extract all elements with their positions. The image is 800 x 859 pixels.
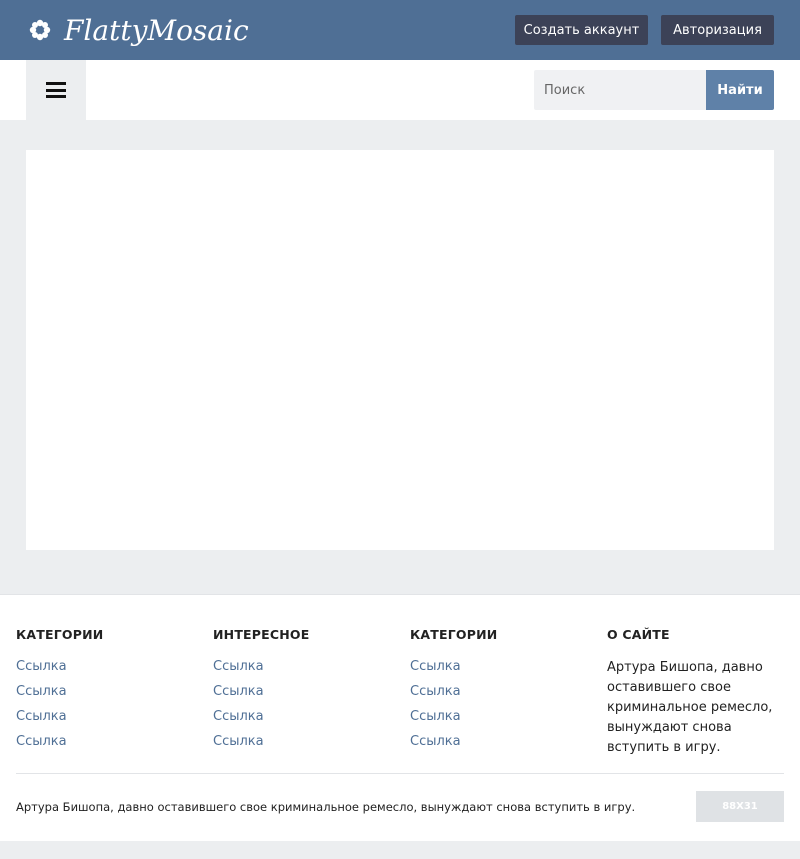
about-text: Артура Бишопа, давно оставившего свое кр… xyxy=(607,660,773,755)
footer-link[interactable]: Ссылка xyxy=(16,709,67,724)
flower-icon xyxy=(29,19,51,41)
footer-link[interactable]: Ссылка xyxy=(410,659,461,674)
footer-column-title: ИНТЕРЕСНОЕ xyxy=(213,627,310,642)
footer-link[interactable]: Ссылка xyxy=(16,659,67,674)
footer-link[interactable]: Ссылка xyxy=(410,734,461,749)
footer-link[interactable]: Ссылка xyxy=(213,709,264,724)
nav-bar: Найти xyxy=(0,60,800,120)
footer-column-categories: КАТЕГОРИИ Ссылка Ссылка Ссылка Ссылка xyxy=(16,627,103,759)
main-content-area xyxy=(26,150,774,550)
site-logo[interactable]: FlattyMosaic xyxy=(28,11,249,49)
search-button[interactable]: Найти xyxy=(706,70,774,110)
logo-text: FlattyMosaic xyxy=(64,13,249,47)
bottom-strip xyxy=(0,841,800,859)
footer-column-interesting: ИНТЕРЕСНОЕ Ссылка Ссылка Ссылка Ссылка xyxy=(213,627,310,759)
footer-column-about: О САЙТЕ Артура Бишопа, давно оставившего… xyxy=(607,627,787,758)
footer-link[interactable]: Ссылка xyxy=(16,684,67,699)
footer-link[interactable]: Ссылка xyxy=(410,684,461,699)
footer-link[interactable]: Ссылка xyxy=(213,734,264,749)
create-account-button[interactable]: Создать аккаунт xyxy=(515,15,648,45)
footer-column-title: КАТЕГОРИИ xyxy=(16,627,104,642)
footer-divider xyxy=(16,773,784,774)
footer-column-title: КАТЕГОРИИ xyxy=(410,627,498,642)
top-header: FlattyMosaic Создать аккаунт Авторизация xyxy=(0,0,800,60)
hamburger-icon xyxy=(46,82,66,98)
footer: КАТЕГОРИИ Ссылка Ссылка Ссылка Ссылка ИН… xyxy=(0,594,800,841)
footer-column-title: О САЙТЕ xyxy=(607,627,670,642)
footer-link[interactable]: Ссылка xyxy=(213,659,264,674)
search-input[interactable] xyxy=(534,70,706,110)
footer-column-categories-2: КАТЕГОРИИ Ссылка Ссылка Ссылка Ссылка xyxy=(410,627,497,759)
login-button[interactable]: Авторизация xyxy=(661,15,774,45)
footer-link[interactable]: Ссылка xyxy=(213,684,264,699)
menu-toggle-button[interactable] xyxy=(26,60,86,120)
footer-link[interactable]: Ссылка xyxy=(16,734,67,749)
counter-badge[interactable]: 88X31 xyxy=(696,791,784,822)
footer-link[interactable]: Ссылка xyxy=(410,709,461,724)
copyright-text: Артура Бишопа, давно оставившего свое кр… xyxy=(16,800,636,814)
